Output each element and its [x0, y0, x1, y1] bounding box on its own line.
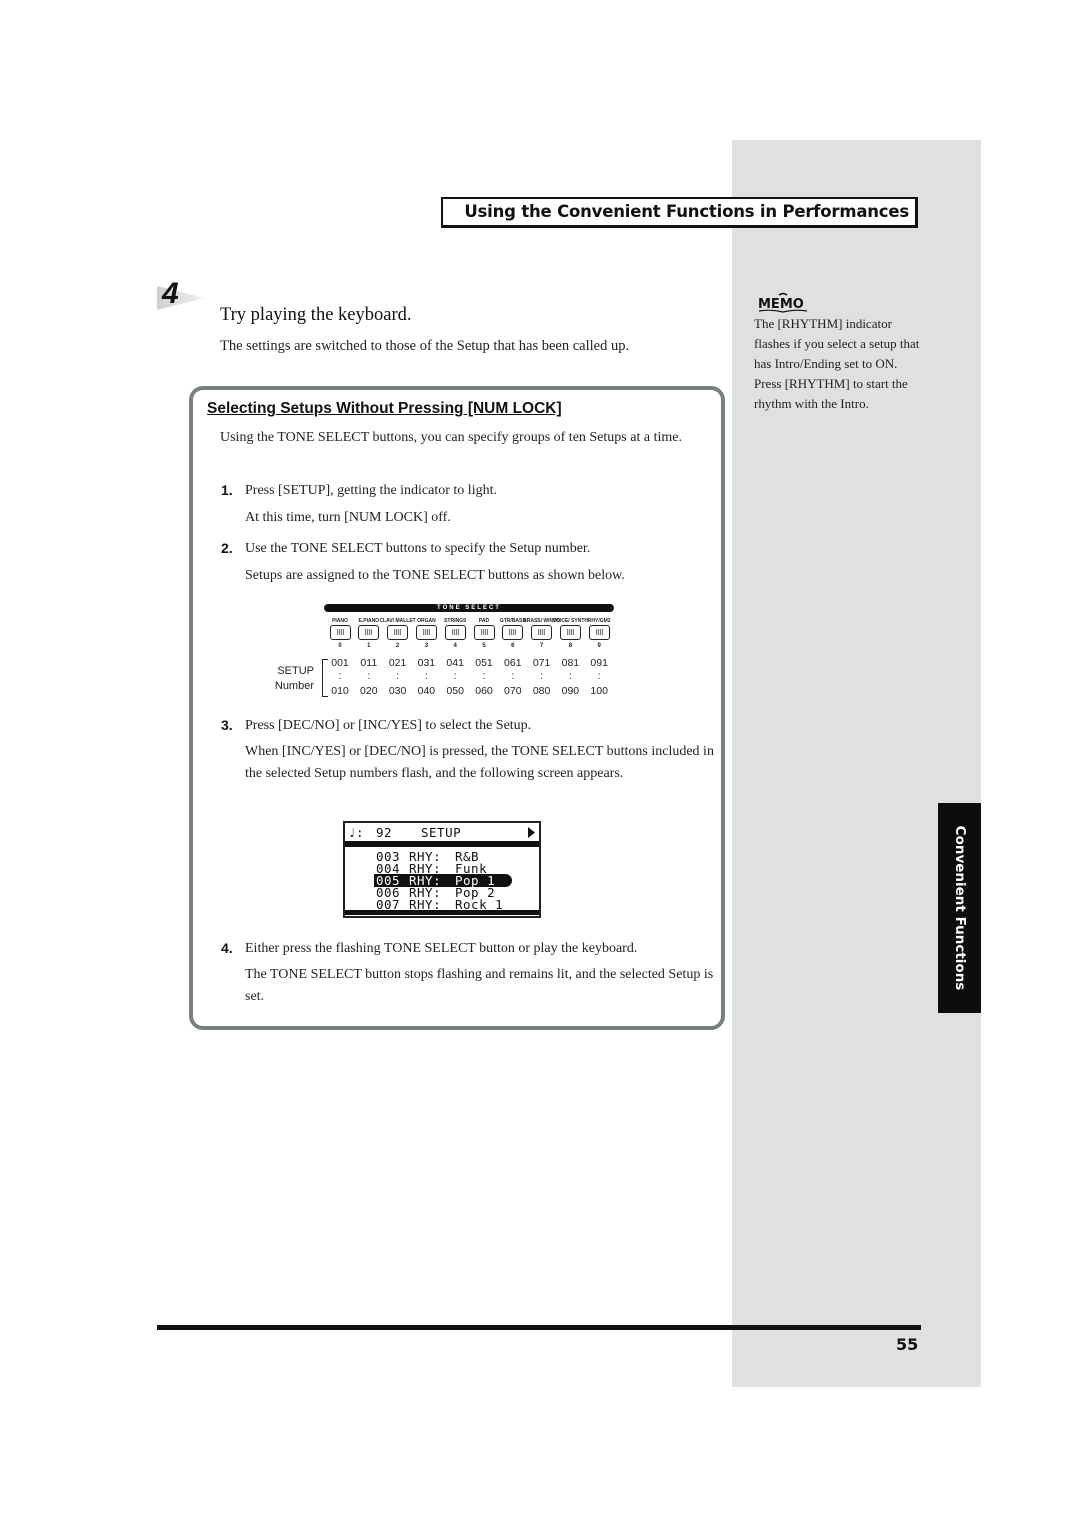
lcd-screen: ♩: 92 SETUP 003 RHY: R&B 004 RHY: Funk 005 RHY:…: [343, 821, 541, 918]
tone-select-button[interactable]: [473, 625, 495, 640]
setup-range-start: 001: [331, 657, 349, 669]
setup-range-start: 061: [504, 657, 522, 669]
tone-led-icon: [595, 629, 603, 635]
step-1-sub: At this time, turn [NUM LOCK] off.: [245, 510, 451, 525]
tone-button-index: 6: [511, 643, 515, 649]
tone-select-button[interactable]: [559, 625, 581, 640]
chapter-tab-label: Convenient Functions: [951, 825, 968, 991]
setup-range-ellipsis: :: [482, 670, 486, 682]
step-2-sub: Setups are assigned to the TONE SELECT b…: [245, 568, 625, 583]
setup-range-ellipsis: :: [396, 670, 400, 682]
setup-range-ellipsis: :: [511, 670, 515, 682]
step-2-text: Use the TONE SELECT buttons to specify t…: [245, 541, 591, 556]
setup-range-end: 040: [417, 685, 436, 697]
setup-range-start: 081: [561, 657, 580, 669]
setup-range-start: 021: [388, 657, 407, 669]
setup-range-ellipsis: :: [568, 670, 572, 682]
number-label: Number: [274, 680, 314, 692]
setup-range-ellipsis: :: [453, 670, 457, 682]
lcd-tempo: 92: [376, 825, 393, 840]
setup-range-end: 010: [331, 685, 349, 697]
setup-range-ellipsis: :: [338, 670, 342, 682]
lcd-top-bar: [345, 841, 539, 847]
memo-text: The [RHYTHM] indicator flashes if you se…: [754, 316, 920, 411]
tone-select-button[interactable]: [588, 625, 610, 640]
setup-range-end: 080: [532, 685, 551, 697]
tone-select-button[interactable]: [329, 625, 351, 640]
step-1-text: Press [SETUP], getting the indicator to …: [245, 483, 497, 498]
panel-title: Selecting Setups Without Pressing [NUM L…: [207, 400, 562, 417]
step-3-text: Press [DEC/NO] or [INC/YES] to select th…: [245, 718, 532, 733]
setup-range-end: 070: [504, 685, 522, 697]
tone-led-icon: [509, 629, 517, 635]
setup-range-end: 050: [446, 685, 464, 697]
step-3-label: 3.: [221, 717, 233, 733]
tone-led-icon: [365, 629, 373, 635]
step-2-label: 2.: [221, 540, 233, 556]
setup-range-end: 100: [590, 685, 608, 697]
step-description: The settings are switched to those of th…: [220, 338, 630, 354]
page-number: 55: [896, 1335, 919, 1354]
tone-led-icon: [451, 629, 459, 635]
tone-led-icon: [538, 629, 546, 635]
setup-range-start: 041: [446, 657, 464, 669]
tone-button-index: 9: [597, 643, 601, 649]
setup-range-start: 011: [360, 657, 378, 669]
step-4-sub: The TONE SELECT button stops flashing an…: [245, 967, 714, 1004]
tone-select-button[interactable]: [387, 625, 409, 640]
tone-button-index: 1: [367, 643, 371, 649]
step-4-label: 4.: [221, 940, 233, 956]
tone-select-bar: TONE SELECT: [324, 604, 614, 612]
setup-range-end: 060: [475, 685, 493, 697]
setup-range-end: 020: [360, 685, 378, 697]
tone-select-button[interactable]: [502, 625, 524, 640]
tone-led-icon: [336, 629, 344, 635]
setup-range-end: 030: [388, 685, 407, 697]
tone-button-index: 5: [482, 643, 486, 649]
lcd-mode: SETUP: [421, 825, 462, 840]
tone-button-index: 4: [453, 643, 457, 649]
setup-range-ellipsis: :: [367, 670, 371, 682]
tone-led-icon: [480, 629, 488, 635]
lcd-tempo-icon: ♩:: [348, 825, 365, 840]
setup-range-start: 091: [590, 657, 608, 669]
memo-icon: MEMO: [758, 292, 808, 313]
chapter-tab: Convenient Functions: [938, 803, 981, 1013]
tone-button-index: 2: [395, 643, 400, 649]
step-1-label: 1.: [221, 482, 233, 498]
tone-led-icon: [422, 629, 430, 635]
step-title: Try playing the keyboard.: [220, 305, 412, 325]
tone-select-column: RHY/GM2 9: [585, 612, 613, 652]
section-header-text: Using the Convenient Functions in Perfor…: [464, 202, 909, 221]
tone-button-index: 0: [338, 643, 342, 649]
tone-button-label: RHY/GM2: [587, 618, 611, 624]
setup-range-ellipsis: :: [424, 670, 428, 682]
section-header: Using the Convenient Functions in Perfor…: [441, 197, 918, 228]
step-number: 4: [162, 277, 179, 310]
tone-select-button[interactable]: [358, 625, 380, 640]
setup-label: SETUP: [277, 665, 314, 677]
tone-led-icon: [566, 629, 574, 635]
step-4-text: Either press the flashing TONE SELECT bu…: [245, 941, 638, 956]
setup-range-ellipsis: :: [540, 670, 544, 682]
setup-range-start: 051: [475, 657, 493, 669]
tone-led-icon: [394, 629, 402, 635]
setup-range-end: 090: [561, 685, 580, 697]
setup-range-start: 071: [532, 657, 551, 669]
lcd-bottom-bar: [345, 910, 539, 915]
setup-range-start: 031: [417, 657, 436, 669]
tone-button-index: 8: [568, 643, 573, 649]
footer-rule: [157, 1325, 921, 1330]
lcd-arrow-right-icon: [528, 827, 535, 838]
tone-select-button[interactable]: [444, 625, 466, 640]
tone-select-button[interactable]: [415, 625, 437, 640]
tone-button-index: 7: [539, 643, 544, 649]
tone-button-index: 3: [424, 643, 429, 649]
setup-range-ellipsis: :: [597, 670, 601, 682]
step-3-sub: When [INC/YES] or [DEC/NO] is pressed, t…: [245, 744, 714, 781]
tone-select-button[interactable]: [531, 625, 553, 640]
panel-intro: Using the TONE SELECT buttons, you can s…: [220, 430, 682, 445]
